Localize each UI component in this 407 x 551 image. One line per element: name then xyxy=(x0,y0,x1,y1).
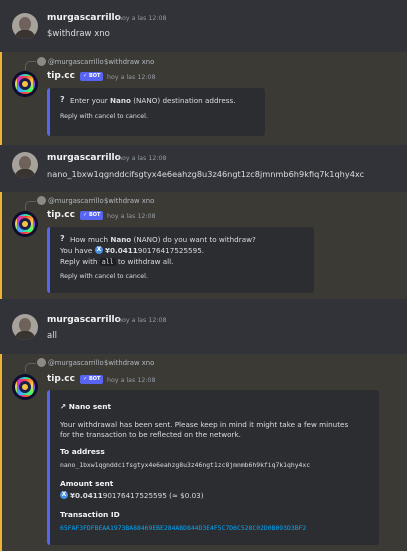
reply-avatar xyxy=(37,358,46,367)
bot-avatar[interactable] xyxy=(12,71,38,97)
bot-badge: ✓ BOT xyxy=(80,211,104,220)
embed-footer: Reply with cancel to cancel. xyxy=(60,113,148,120)
avatar[interactable] xyxy=(12,13,38,39)
message-text: $withdraw xno xyxy=(47,29,110,39)
bot-badge: ✓ BOT xyxy=(80,72,104,81)
username[interactable]: tip.cc xyxy=(47,374,75,384)
reply-connector xyxy=(25,61,36,70)
embed-balance-label: You have xyxy=(60,246,93,255)
reply-avatar xyxy=(37,57,46,66)
bot-badge: ✓ BOT xyxy=(80,375,104,384)
timestamp: hoy a las 12:08 xyxy=(107,377,156,384)
avatar[interactable] xyxy=(12,314,38,340)
question-icon: ? xyxy=(60,95,65,104)
reply-preview[interactable]: $withdraw xno xyxy=(104,359,154,367)
embed-footer: Reply with cancel to cancel. xyxy=(60,273,148,280)
xno-icon: X xyxy=(95,246,103,254)
reply-username[interactable]: @murgascarrillo xyxy=(48,359,104,367)
username[interactable]: murgascarrillo xyxy=(47,315,121,325)
timestamp: hoy a las 12:08 xyxy=(118,317,167,324)
transaction-id-link[interactable]: 65FAF3FDFBEAA1973BA88469EBE284ABD844D3E4… xyxy=(60,524,306,532)
bot-badge-label: BOT xyxy=(88,212,101,218)
avatar[interactable] xyxy=(12,152,38,178)
username[interactable]: murgascarrillo xyxy=(47,13,121,23)
username[interactable]: tip.cc xyxy=(47,210,75,220)
embed-description: Your withdrawal has been sent. Please ke… xyxy=(60,420,349,429)
reply-username[interactable]: @murgascarrillo xyxy=(48,197,104,205)
field-amount-label: Amount sent xyxy=(60,479,114,488)
field-amount-value: ¥0.041190176417525595 (≈ $0.03) xyxy=(70,491,204,500)
timestamp: hoy a las 12:08 xyxy=(118,15,167,22)
send-icon: ↗ xyxy=(60,402,67,411)
xno-icon: X xyxy=(60,491,68,499)
bot-avatar[interactable] xyxy=(12,211,38,237)
embed-balance: ¥0.041190176417525595. xyxy=(105,246,205,255)
timestamp: hoy a las 12:08 xyxy=(118,155,167,162)
embed-description: for the transaction to be reflected on t… xyxy=(60,430,241,439)
reply-avatar xyxy=(37,196,46,205)
bot-badge-label: BOT xyxy=(88,73,101,79)
field-to-label: To address xyxy=(60,447,105,456)
bot-embed: ↗ Nano sent Your withdrawal has been sen… xyxy=(47,390,379,545)
embed-instruction: Reply with all to withdraw all. xyxy=(60,257,174,266)
timestamp: hoy a las 12:08 xyxy=(107,213,156,220)
reply-connector xyxy=(25,201,36,210)
username[interactable]: murgascarrillo xyxy=(47,153,121,163)
bot-avatar[interactable] xyxy=(12,374,38,400)
bot-embed: ? Enter your Nano (NANO) destination add… xyxy=(47,88,265,136)
field-tx-label: Transaction ID xyxy=(60,510,120,519)
embed-title: ↗ Nano sent xyxy=(60,402,112,411)
username[interactable]: tip.cc xyxy=(47,71,75,81)
bot-embed: ? How much Nano (NANO) do you want to wi… xyxy=(47,227,314,293)
reply-preview[interactable]: $withdraw xno xyxy=(104,197,154,205)
reply-connector xyxy=(25,363,36,372)
embed-text: Enter your Nano (NANO) destination addre… xyxy=(70,96,236,105)
message-text: all xyxy=(47,331,57,341)
embed-question: How much Nano (NANO) do you want to with… xyxy=(70,235,256,244)
reply-username[interactable]: @murgascarrillo xyxy=(48,58,104,66)
timestamp: hoy a las 12:08 xyxy=(107,74,156,81)
question-icon: ? xyxy=(60,234,65,243)
bot-badge-label: BOT xyxy=(88,376,101,382)
field-to-value[interactable]: nano_1bxw1qgnddcifsgtyx4e6eahzg8u3z46ngt… xyxy=(60,461,310,469)
message-text: nano_1bxw1qgnddcifsgtyx4e6eahzg8u3z46ngt… xyxy=(47,169,365,179)
reply-preview[interactable]: $withdraw xno xyxy=(104,58,154,66)
